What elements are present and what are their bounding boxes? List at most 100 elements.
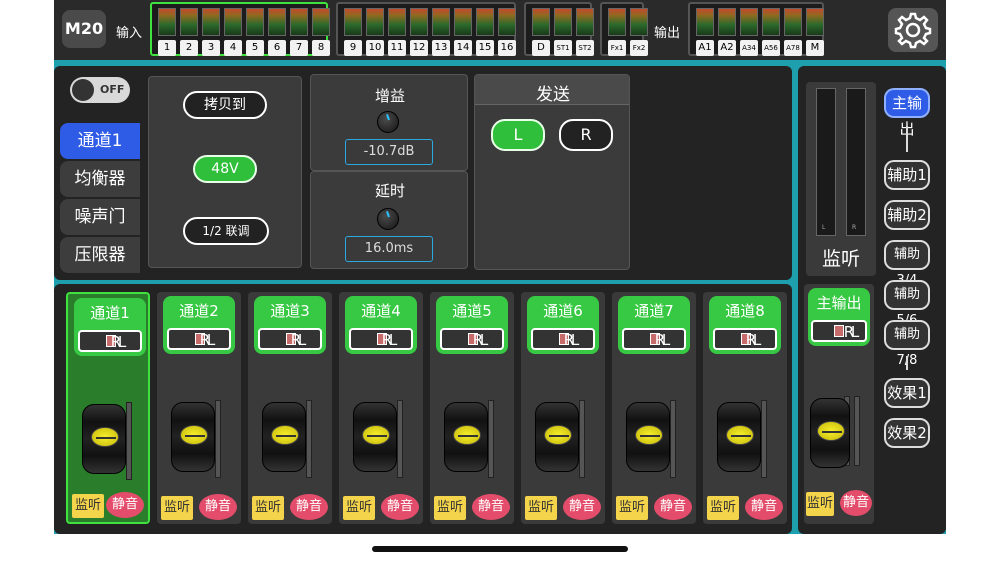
send-left-button[interactable]: L [491, 119, 545, 151]
gain-knob[interactable] [377, 111, 399, 133]
pan-right-label: R [110, 333, 122, 351]
fader-cap [271, 425, 299, 445]
monitor-button[interactable]: 监听 [252, 496, 284, 520]
channel-strip: 通道5 L R 监听 静音 [430, 292, 514, 524]
input-label: 输入 [116, 26, 143, 41]
channel-strip: 通道8 L R 监听 静音 [703, 292, 787, 524]
bus-button[interactable]: 效果1 [884, 378, 930, 408]
channel-name-button[interactable]: 通道3 L R [254, 296, 326, 354]
delay-value[interactable]: 16.0ms [345, 236, 433, 262]
channel-fader[interactable] [626, 402, 670, 472]
mute-button[interactable]: 静音 [472, 494, 510, 520]
main-pan-control[interactable]: L R [811, 320, 867, 342]
tab-noise-gate[interactable]: 噪声门 [60, 199, 140, 235]
channel-name-button[interactable]: 通道1 L R [74, 298, 146, 356]
output-group[interactable]: A1 A2 A34 A56 A78 M [688, 2, 824, 56]
monitor-button[interactable]: 监听 [616, 496, 648, 520]
channel-fader[interactable] [444, 402, 488, 472]
home-indicator[interactable] [372, 546, 628, 552]
level-meter [696, 8, 714, 36]
monitor-button[interactable]: 监听 [434, 496, 466, 520]
pan-control[interactable]: LR [167, 328, 231, 350]
send-title: 发送 [536, 85, 570, 105]
mute-button[interactable]: 静音 [563, 494, 601, 520]
channel-name-button[interactable]: 通道8 L R [709, 296, 781, 354]
meter-label: Fx2 [630, 40, 648, 56]
input-group-9-16[interactable]: 9 10 11 12 13 14 15 16 [336, 2, 516, 56]
monitor-meter-right-label: R [852, 224, 857, 231]
power-toggle[interactable]: OFF [70, 77, 130, 103]
channel-name-button[interactable]: 通道6 L R [527, 296, 599, 354]
gain-value[interactable]: -10.7dB [345, 139, 433, 165]
channel-strip: 通道2 L R 监听 静音 [157, 292, 241, 524]
link-button[interactable]: 1/2 联调 [183, 217, 269, 245]
main-monitor-button[interactable]: 监听 [806, 492, 834, 516]
level-meter [388, 8, 406, 36]
bus-button[interactable]: 主输出 [884, 88, 930, 138]
channel-name: 通道5 [452, 302, 492, 320]
pan-control[interactable]: LR [440, 328, 504, 350]
pan-control[interactable]: LR [622, 328, 686, 350]
channel-name-button[interactable]: 通道2 L R [163, 296, 235, 354]
tab-compressor[interactable]: 压限器 [60, 237, 140, 273]
channel-meter [670, 400, 676, 478]
mute-button[interactable]: 静音 [381, 494, 419, 520]
monitor-label: 监听 [821, 248, 860, 270]
monitor-button[interactable]: 监听 [161, 496, 193, 520]
model-badge[interactable]: M20 [62, 10, 106, 48]
phantom-48v-button[interactable]: 48V [193, 155, 257, 183]
channel-fader[interactable] [82, 404, 126, 474]
input-group-d-st[interactable]: D ST1 ST2 [524, 2, 594, 56]
mute-button[interactable]: 静音 [290, 494, 328, 520]
main-meter-right [854, 396, 860, 466]
mute-button[interactable]: 静音 [199, 494, 237, 520]
bus-button[interactable]: 辅助5/6 [884, 280, 930, 328]
channel-name-button[interactable]: 通道5 L R [436, 296, 508, 354]
channel-fader[interactable] [262, 402, 306, 472]
delay-knob[interactable] [377, 208, 399, 230]
channel-name-button[interactable]: 通道4 L R [345, 296, 417, 354]
main-fader[interactable] [810, 398, 850, 468]
delay-panel: 延时 16.0ms [310, 171, 468, 269]
input-group-1-8[interactable]: 12345678 [150, 2, 330, 56]
meter-label: 2 [180, 40, 198, 56]
pan-control[interactable]: LR [531, 328, 595, 350]
channel-fader[interactable] [717, 402, 761, 472]
channel-name-button[interactable]: 通道7 L R [618, 296, 690, 354]
main-output-strip: 主输出 L R 监听 静音 [804, 284, 874, 524]
pan-control[interactable]: LR [349, 328, 413, 350]
copy-button[interactable]: 拷贝到 [183, 91, 267, 119]
monitor-meter-panel[interactable]: L R 监听 [806, 82, 876, 276]
bus-button[interactable]: 辅助2 [884, 200, 930, 230]
monitor-button[interactable]: 监听 [525, 496, 557, 520]
settings-button[interactable] [888, 8, 938, 52]
channel-fader[interactable] [353, 402, 397, 472]
input-group-fx[interactable]: Fx1 Fx2 [600, 2, 648, 56]
channel-fader[interactable] [171, 402, 215, 472]
channel-fader[interactable] [535, 402, 579, 472]
pan-control[interactable]: LR [258, 328, 322, 350]
mute-button[interactable]: 静音 [745, 494, 783, 520]
main-mute-button[interactable]: 静音 [840, 490, 872, 516]
monitor-button[interactable]: 监听 [707, 496, 739, 520]
main-output-name-button[interactable]: 主输出 L R [808, 288, 870, 346]
pan-control[interactable]: LR [713, 328, 777, 350]
mute-button[interactable]: 静音 [106, 492, 144, 518]
bus-button[interactable]: 效果2 [884, 418, 930, 448]
bus-button[interactable]: 辅助1 [884, 160, 930, 190]
mute-button[interactable]: 静音 [654, 494, 692, 520]
send-right-button[interactable]: R [559, 119, 613, 151]
meter-label: 8 [312, 40, 330, 56]
pan-right-label: R [381, 331, 393, 349]
tab-eq[interactable]: 均衡器 [60, 161, 140, 197]
tab-channel[interactable]: 通道1 [60, 123, 140, 159]
monitor-button[interactable]: 监听 [72, 494, 104, 518]
top-bar: M20 输入 12345678 9 10 11 12 13 14 15 16 D ST1 ST2 … [54, 0, 946, 60]
meter-label: 6 [268, 40, 286, 56]
bus-button[interactable]: 辅助7/8 [884, 320, 930, 368]
bus-button[interactable]: 辅助3/4 [884, 240, 930, 288]
level-meter [180, 8, 198, 36]
monitor-button[interactable]: 监听 [343, 496, 375, 520]
pan-control[interactable]: LR [78, 330, 142, 352]
input-options-panel: 拷贝到 48V 1/2 联调 [148, 76, 302, 268]
